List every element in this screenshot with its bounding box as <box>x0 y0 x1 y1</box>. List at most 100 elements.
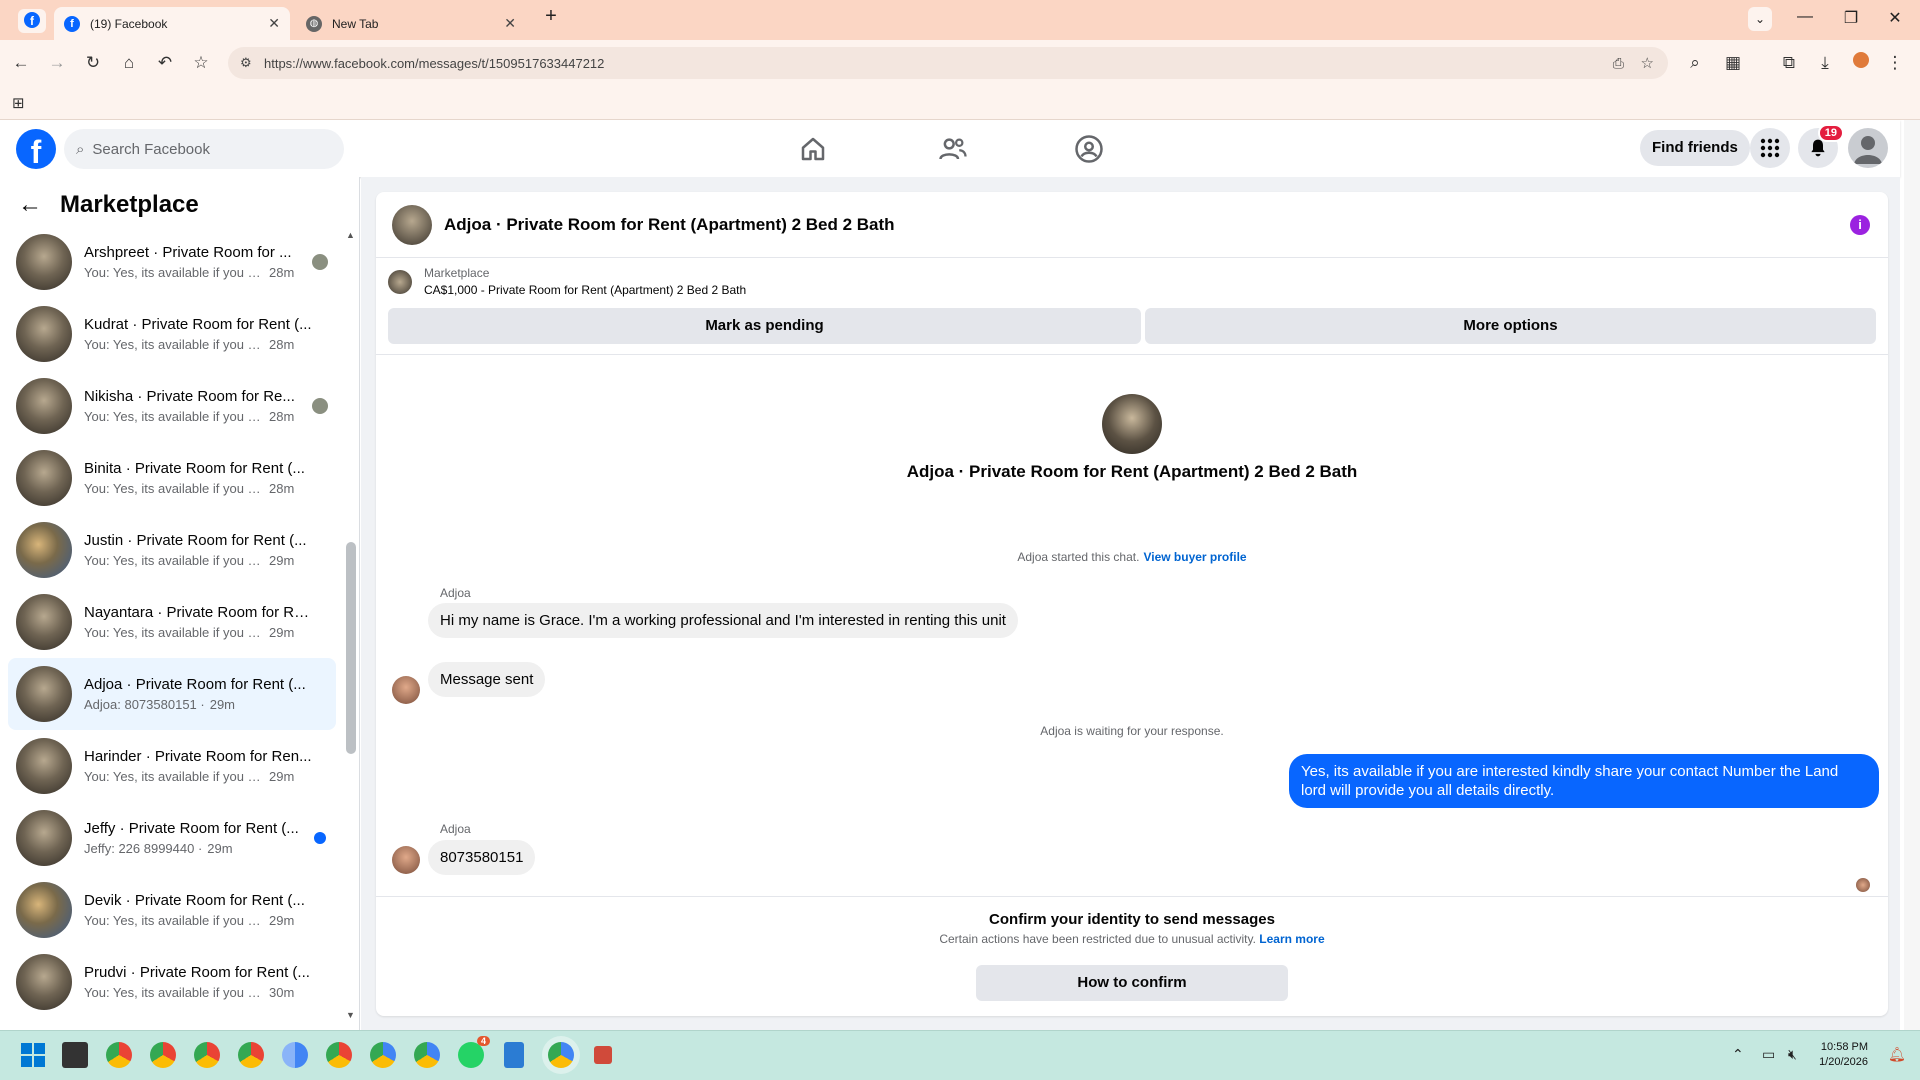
view-buyer-profile-link[interactable]: View buyer profile <box>1143 550 1246 564</box>
conversation-item[interactable]: Adjoa · Private Room for Rent (... Adjoa:… <box>8 658 336 730</box>
conversation-list: Arshpreet · Private Room for ... You: Yes… <box>8 226 336 1018</box>
chrome-icon[interactable] <box>194 1042 220 1068</box>
apps-grid-icon[interactable]: ⊞ <box>12 94 25 112</box>
confirm-title: Confirm your identity to send messages <box>989 911 1275 928</box>
conversation-item[interactable]: Kudrat · Private Room for Rent (... You: … <box>8 298 336 370</box>
how-to-confirm-button[interactable]: How to confirm <box>976 965 1288 1001</box>
conversation-item[interactable]: Arshpreet · Private Room for ... You: Yes… <box>8 226 336 298</box>
facebook-header: f ⌕ Search Facebook Find friends 19 <box>0 120 1900 177</box>
conversation-preview: You: Yes, its available if you are in...… <box>84 769 314 784</box>
chat-avatar[interactable] <box>392 204 432 245</box>
windows-start-icon[interactable] <box>20 1042 46 1068</box>
chrome-icon[interactable] <box>238 1042 264 1068</box>
task-view-icon[interactable] <box>62 1042 88 1068</box>
tab-new-tab[interactable]: ◍ New Tab ✕ <box>296 7 526 40</box>
chrome-icon[interactable] <box>326 1042 352 1068</box>
new-tab-button[interactable]: + <box>536 5 566 28</box>
tab-search-button[interactable]: f <box>18 9 46 33</box>
conversation-item[interactable]: Prudvi · Private Room for Rent (... You: … <box>8 946 336 1018</box>
windows-taskbar: 4 ⌃ ▭ 🔇︎ 10:58 PM 1/20/2026 🔔︎ <box>0 1030 1920 1080</box>
facebook-icon: f <box>64 15 80 32</box>
friends-nav-icon[interactable] <box>938 134 968 164</box>
chrome-icon[interactable] <box>150 1042 176 1068</box>
notepad-icon[interactable] <box>504 1042 524 1068</box>
tab-facebook[interactable]: f (19) Facebook ✕ <box>54 7 290 40</box>
chat-title[interactable]: Adjoa · Private Room for Rent (Apartment… <box>444 215 895 235</box>
clock[interactable]: 10:58 PM 1/20/2026 <box>1819 1040 1868 1070</box>
chrome-active-icon[interactable] <box>548 1042 574 1068</box>
chrome-icon[interactable] <box>106 1042 132 1068</box>
sender-avatar[interactable] <box>392 676 420 704</box>
home-nav-icon[interactable] <box>798 134 828 164</box>
preview-time: 29m <box>209 697 236 712</box>
conversation-avatar[interactable] <box>1102 394 1162 454</box>
conversation-item[interactable]: Binita · Private Room for Rent (... You: … <box>8 442 336 514</box>
close-window-button[interactable]: ✕ <box>1880 8 1910 28</box>
qr-code-icon[interactable]: ▦ <box>1722 52 1744 74</box>
zoom-icon[interactable]: ⌕ <box>1684 52 1706 74</box>
find-friends-button[interactable]: Find friends <box>1640 130 1750 166</box>
home-icon[interactable]: ⌂ <box>118 52 140 74</box>
preview-text: Adjoa: 8073580151 · <box>84 697 205 712</box>
notifications-button[interactable]: 19 <box>1798 124 1844 168</box>
forward-icon[interactable]: → <box>46 52 68 74</box>
notification-bell-icon[interactable]: 🔔︎ <box>1888 1046 1906 1063</box>
chat-started-notice: Adjoa started this chat. View buyer profi… <box>376 550 1888 564</box>
show-hidden-icons-chevron-icon[interactable]: ⌃ <box>1732 1046 1744 1063</box>
crop-icon[interactable]: ⧉ <box>1778 52 1800 74</box>
sidebar-scroll-thumb[interactable] <box>346 542 356 754</box>
whatsapp-icon[interactable]: 4 <box>458 1036 490 1068</box>
search-input[interactable]: ⌕ Search Facebook <box>64 129 344 169</box>
site-settings-icon[interactable]: ⚙ <box>240 55 252 71</box>
download-icon[interactable]: ⤓ <box>1814 52 1836 74</box>
conversation-preview: You: Yes, its available if you are in...… <box>84 913 314 928</box>
conversation-name: Justin · Private Room for Rent (... <box>84 532 307 549</box>
preview-text: You: Yes, its available if you are in... <box>84 625 264 640</box>
close-tab-icon[interactable]: ✕ <box>268 15 280 32</box>
reload-icon[interactable]: ↻ <box>82 52 104 74</box>
chat-header: Adjoa · Private Room for Rent (Apartment… <box>376 192 1888 258</box>
snipping-tool-icon[interactable] <box>594 1046 612 1064</box>
menu-kebab-icon[interactable]: ⋮ <box>1884 52 1906 74</box>
listing-summary[interactable]: Marketplace CA$1,000 - Private Room for … <box>388 266 746 297</box>
tab-list-chevron-icon[interactable]: ⌄ <box>1748 7 1772 31</box>
back-icon[interactable]: ← <box>10 52 32 74</box>
conversation-item[interactable]: Jeffy · Private Room for Rent (... Jeffy:… <box>8 802 336 874</box>
back-arrow-icon[interactable]: ← <box>18 191 42 219</box>
conversation-name: Nikisha · Private Room for Re... <box>84 388 295 405</box>
chrome-icon[interactable] <box>370 1042 396 1068</box>
groups-nav-icon[interactable] <box>1074 134 1104 164</box>
network-icon[interactable]: ▭ <box>1762 1046 1775 1063</box>
facebook-logo-icon[interactable]: f <box>16 129 56 169</box>
sender-avatar[interactable] <box>392 846 420 874</box>
conversation-item[interactable]: Devik · Private Room for Rent (... You: Y… <box>8 874 336 946</box>
mark-as-pending-button[interactable]: Mark as pending <box>388 308 1141 344</box>
conversation-item[interactable]: Harinder · Private Room for Ren... You: Y… <box>8 730 336 802</box>
address-bar[interactable]: ⚙ https://www.facebook.com/messages/t/15… <box>228 47 1668 79</box>
volume-muted-icon[interactable]: 🔇︎ <box>1788 1046 1797 1063</box>
conversation-preview: You: Yes, its available if you are in...… <box>84 985 314 1000</box>
preview-time: 28m <box>269 265 295 280</box>
learn-more-link[interactable]: Learn more <box>1259 932 1324 946</box>
profile-icon[interactable] <box>1850 52 1872 74</box>
conversation-item[interactable]: Nikisha · Private Room for Re... You: Yes… <box>8 370 336 442</box>
menu-grid-button[interactable] <box>1750 128 1790 168</box>
chrome-profile-icon[interactable] <box>282 1042 308 1068</box>
conversation-item[interactable]: Justin · Private Room for Rent (... You: … <box>8 514 336 586</box>
minimize-button[interactable]: — <box>1790 8 1820 26</box>
install-app-icon[interactable]: ⎙ <box>1613 55 1624 72</box>
listing-thumbnail <box>16 234 72 290</box>
account-avatar[interactable] <box>1848 128 1888 168</box>
bookmark-star-icon[interactable]: ☆ <box>190 52 212 74</box>
conversation-name: Nayantara · Private Room for Re... <box>84 604 314 621</box>
bookmark-star-icon[interactable]: ☆ <box>1641 54 1654 72</box>
page-scrollbar[interactable] <box>1904 120 1920 1030</box>
info-icon[interactable]: i <box>1850 215 1870 235</box>
conversation-item[interactable]: Nayantara · Private Room for Re... You: Y… <box>8 586 336 658</box>
more-options-button[interactable]: More options <box>1145 308 1876 344</box>
chrome-icon[interactable] <box>414 1042 440 1068</box>
restore-button[interactable]: ❐ <box>1836 8 1866 28</box>
conversation-preview: You: Yes, its available if you ar... 28m <box>84 409 314 424</box>
undo-icon[interactable]: ↶ <box>154 52 176 74</box>
close-tab-icon[interactable]: ✕ <box>504 15 516 32</box>
